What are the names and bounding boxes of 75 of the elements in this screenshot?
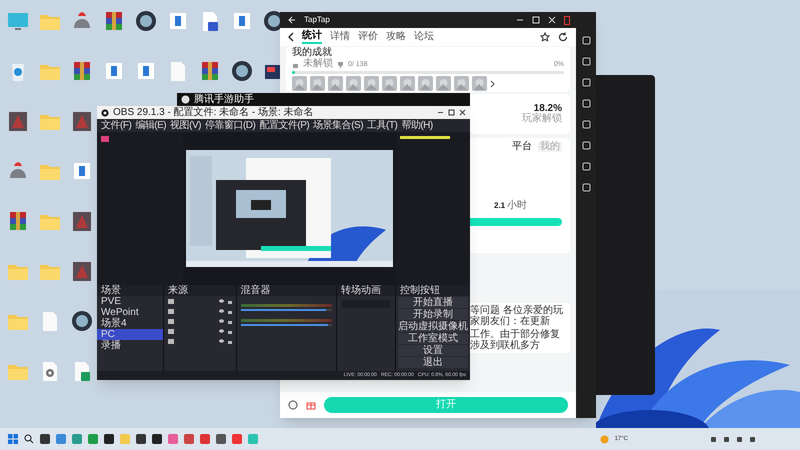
- disc-icon: [70, 310, 94, 332]
- control-button[interactable]: 开始录制: [398, 309, 468, 320]
- eye-icon: [218, 329, 224, 333]
- maximize-icon: [448, 109, 455, 116]
- scene-item[interactable]: PVE: [97, 296, 163, 307]
- search-icon: [24, 434, 34, 444]
- control-button[interactable]: 开始直播: [398, 297, 468, 308]
- panel-title: 来源: [168, 286, 188, 296]
- monitor-icon: [6, 10, 30, 32]
- panel-title: 混音器: [240, 286, 271, 296]
- menu-item[interactable]: 文件(F): [101, 120, 132, 130]
- gift-icon: [306, 400, 316, 410]
- game-cover-icon: [70, 210, 94, 232]
- tab[interactable]: 攻略: [386, 32, 406, 42]
- tab[interactable]: 论坛: [414, 32, 434, 42]
- window-title: TapTap: [304, 14, 330, 26]
- close-icon: [548, 16, 556, 24]
- menu-item[interactable]: 停靠窗口(D): [204, 120, 256, 130]
- control-button[interactable]: 退出: [398, 357, 468, 368]
- game-cover-icon: [70, 110, 94, 132]
- app-logo-icon: [181, 95, 190, 104]
- tab[interactable]: 详情: [330, 32, 350, 42]
- maximize-icon: [532, 16, 540, 24]
- close-icon: [459, 109, 466, 116]
- scene-item[interactable]: WePoint: [97, 307, 163, 318]
- app-logo-icon: [101, 108, 109, 116]
- notice-text: 工作。由于部分修复涉及到联机多方: [470, 329, 561, 351]
- tab[interactable]: 统计: [302, 30, 322, 44]
- filter-tab[interactable]: 平台: [510, 142, 534, 152]
- control-button[interactable]: 设置: [398, 345, 468, 356]
- control-button[interactable]: 工作室模式: [398, 333, 468, 344]
- panel-title: 转场动画: [341, 286, 382, 296]
- rate-label: 玩家解锁: [522, 114, 562, 124]
- start-icon: [8, 434, 18, 444]
- pin-icon: [564, 16, 570, 24]
- back-arrow-icon: [288, 16, 296, 24]
- menu-item[interactable]: 配置文件(P): [259, 120, 310, 130]
- chevron-right-icon: [490, 80, 495, 88]
- download-icon: [288, 400, 298, 410]
- playtime-unit: 小时: [507, 201, 528, 211]
- minimize-icon: [437, 109, 444, 116]
- tab[interactable]: 评价: [358, 32, 378, 42]
- back-chevron-icon: [288, 32, 294, 42]
- moon-icon: [600, 434, 609, 444]
- eye-icon: [218, 309, 224, 313]
- section-title: 我的成就: [292, 48, 333, 58]
- game-cover-icon: [70, 260, 94, 282]
- chat-message: [400, 136, 450, 139]
- star-badge-icon: [540, 32, 550, 42]
- panel-title: 控制按钮: [400, 286, 440, 296]
- menu-item[interactable]: 场景集合(S): [313, 120, 364, 130]
- record-indicator-icon: [101, 136, 109, 142]
- trophy-icon: [337, 60, 344, 68]
- eye-icon: [218, 299, 224, 303]
- scene-item[interactable]: 录播: [97, 340, 163, 351]
- status-text: 未解锁: [303, 59, 333, 69]
- game-cover-icon: [6, 110, 30, 132]
- eye-icon: [218, 319, 224, 323]
- notice-text: 等问题 各位亲爱的玩家朋友们：在更新: [470, 305, 564, 327]
- menu-item[interactable]: 工具(T): [367, 120, 398, 130]
- disc-icon: [134, 10, 158, 32]
- eye-icon: [218, 339, 224, 343]
- refresh-icon: [558, 32, 568, 42]
- menu-item[interactable]: 编辑(E): [135, 120, 166, 130]
- playtime-value: 2.1: [494, 200, 506, 212]
- control-button[interactable]: 启动虚拟摄像机: [398, 321, 468, 332]
- scene-item[interactable]: PC: [97, 329, 163, 340]
- menu-item[interactable]: 帮助(H): [401, 120, 433, 130]
- window-title: 腾讯手游助手: [194, 94, 254, 104]
- disc-icon: [230, 60, 254, 82]
- rate-value: 18.2%: [534, 104, 562, 114]
- menu-item[interactable]: 视图(V): [170, 120, 201, 130]
- window-title: OBS 29.1.3 - 配置文件: 未命名 - 场景: 未命名: [113, 108, 314, 118]
- scene-item[interactable]: 场景4: [97, 318, 163, 329]
- panel-title: 场景: [101, 286, 121, 296]
